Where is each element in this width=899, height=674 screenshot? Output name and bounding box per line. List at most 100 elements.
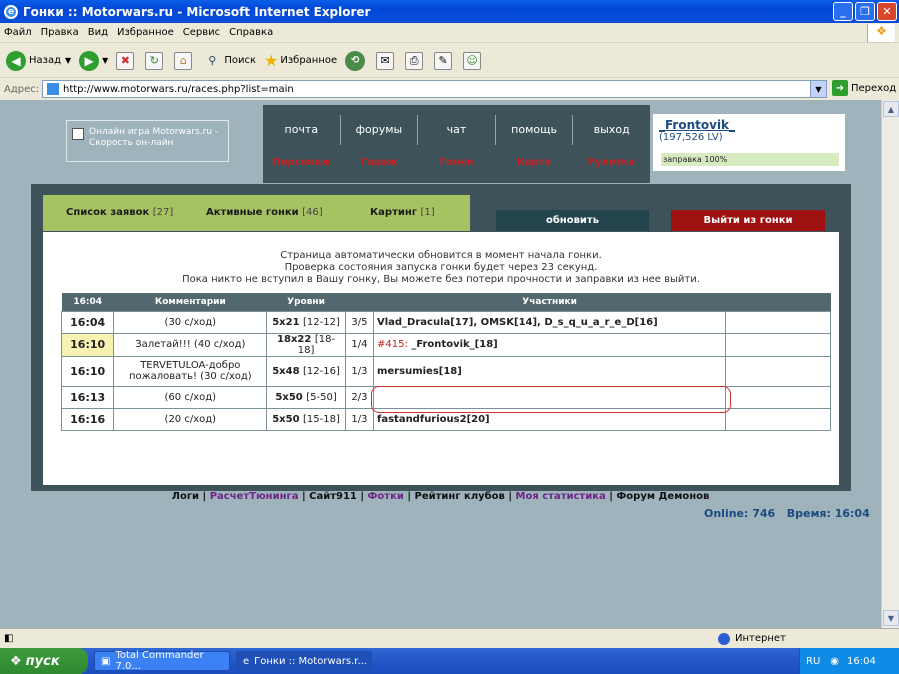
- tab-karting[interactable]: Картинг [1]: [370, 207, 435, 218]
- messenger-button[interactable]: ☺: [463, 51, 484, 70]
- participants[interactable]: Vlad_Dracula[17], OMSK[14], D_s_q_u_a_r_…: [372, 310, 727, 334]
- table-row[interactable]: 16:10 Залетай!!! (40 с/ход) 18x22 [18-18…: [60, 332, 831, 357]
- nav-help[interactable]: помощь: [494, 115, 573, 145]
- mail-icon: ✉: [376, 51, 395, 70]
- vertical-scrollbar[interactable]: ▲ ▼: [881, 100, 899, 628]
- window-title: Гонки :: Motorwars.ru - Microsoft Intern…: [23, 4, 371, 19]
- history-button[interactable]: ⟲: [345, 50, 368, 71]
- home-button[interactable]: ⌂: [174, 51, 195, 70]
- edit-button[interactable]: ✎: [434, 51, 455, 70]
- task-ie-races[interactable]: e Гонки :: Motorwars.r...: [236, 651, 372, 671]
- menu-help[interactable]: Справка: [229, 27, 273, 38]
- exit-race-button[interactable]: Выйти из гонки: [671, 210, 825, 231]
- site-logo[interactable]: Онлайн игра Motorwars.ru - Скорость он-л…: [66, 120, 229, 162]
- menu-edit[interactable]: Правка: [41, 27, 79, 38]
- nav-chat[interactable]: чат: [417, 115, 495, 145]
- tab-active-races[interactable]: Активные гонки [46]: [206, 207, 323, 218]
- race-tabs: Список заявок [27] Активные гонки [46] К…: [43, 195, 470, 231]
- table-row[interactable]: 16:04 (30 с/ход) 5x21 [12-12] 3/5 Vlad_D…: [60, 310, 831, 334]
- language-indicator[interactable]: RU: [806, 656, 820, 667]
- menu-file[interactable]: Файл: [4, 27, 32, 38]
- tab-applications[interactable]: Список заявок [27]: [66, 207, 173, 218]
- windows-flag-icon: ❖: [867, 24, 895, 42]
- ie-logo-icon: e: [4, 4, 18, 19]
- internet-globe-icon: [718, 632, 730, 645]
- race-number: #415:: [376, 339, 408, 350]
- messenger-icon: ☺: [463, 51, 482, 70]
- nav-mail[interactable]: почта: [263, 115, 340, 145]
- nav-races[interactable]: Гонки: [418, 157, 495, 168]
- ie-window: e Гонки :: Motorwars.ru - Microsoft Inte…: [0, 0, 899, 674]
- clock: 16:04: [847, 655, 876, 667]
- zone-label: Интернет: [735, 633, 786, 644]
- favorites-button[interactable]: ★ Избранное: [264, 51, 337, 70]
- user-lv: (197,526 LV): [659, 132, 723, 143]
- races-content: Страница автоматически обновится в момен…: [43, 232, 839, 485]
- task-total-commander[interactable]: ▣ Total Commander 7.0...: [94, 650, 230, 672]
- toolbar: ◀ Назад ▼ ▶ ▼ ✖ ↻ ⌂ ⚲ Поиск ★ Избранное …: [0, 44, 899, 78]
- minimize-button[interactable]: _: [833, 2, 853, 21]
- link-photos[interactable]: Фотки: [368, 491, 404, 502]
- forward-arrow-icon: ▶: [79, 50, 100, 71]
- tray-app-icon[interactable]: ◉: [830, 656, 839, 667]
- update-button[interactable]: обновить: [496, 210, 649, 231]
- menu-favorites[interactable]: Избранное: [117, 27, 174, 38]
- start-button[interactable]: ❖ пуск: [0, 648, 88, 674]
- nav-row-top: почта форумы чат помощь выход: [263, 115, 650, 145]
- nav-forums[interactable]: форумы: [339, 115, 418, 145]
- mail-button[interactable]: ✉: [376, 51, 397, 70]
- nav-garage[interactable]: Гараж: [340, 157, 417, 168]
- page-status-icon: ◧: [4, 633, 14, 644]
- nav-map[interactable]: Карта: [495, 157, 572, 168]
- forward-button[interactable]: ▶ ▼: [79, 50, 108, 71]
- page-icon: [47, 83, 59, 95]
- close-button[interactable]: ✕: [877, 2, 897, 21]
- go-arrow-icon: ➜: [832, 80, 848, 96]
- table-row[interactable]: 16:10 TERVETULOA-добро пожаловать! (30 с…: [60, 355, 831, 387]
- link-my-stats[interactable]: Моя статистика: [516, 491, 606, 502]
- online-status: Online: 746 Время: 16:04: [704, 507, 870, 520]
- link-logs[interactable]: Логи: [172, 491, 199, 502]
- participants[interactable]: mersumies[18]: [372, 355, 727, 387]
- address-input[interactable]: http://www.motorwars.ru/races.php?list=m…: [42, 80, 827, 98]
- menu-tools[interactable]: Сервис: [183, 27, 220, 38]
- link-club-rating[interactable]: Рейтинг клубов: [415, 491, 505, 502]
- print-button[interactable]: ⎙: [405, 51, 426, 70]
- ie-task-icon: e: [243, 655, 250, 667]
- nav-exit[interactable]: выход: [572, 115, 650, 145]
- star-icon: ★: [264, 51, 279, 70]
- stop-button[interactable]: ✖: [116, 51, 137, 70]
- col-slots: [345, 293, 374, 311]
- title-bar: e Гонки :: Motorwars.ru - Microsoft Inte…: [0, 0, 899, 23]
- link-site911[interactable]: Сайт911: [309, 491, 357, 502]
- address-bar: Адрес: http://www.motorwars.ru/races.php…: [0, 79, 899, 99]
- nav-character[interactable]: Персонаж: [263, 157, 340, 168]
- selection-ring: [371, 386, 731, 413]
- back-button[interactable]: ◀ Назад ▼: [6, 50, 72, 71]
- menu-bar: Файл Правка Вид Избранное Сервис Справка: [0, 23, 899, 43]
- address-label: Адрес:: [4, 83, 40, 95]
- link-demons-forum[interactable]: Форум Демонов: [616, 491, 709, 502]
- address-dropdown-icon[interactable]: ▼: [810, 81, 826, 97]
- chevron-down-icon: ▼: [65, 56, 72, 65]
- col-time: 16:04: [61, 293, 114, 311]
- scroll-down-icon[interactable]: ▼: [883, 610, 899, 626]
- search-button[interactable]: ⚲ Поиск: [203, 52, 256, 70]
- participants[interactable]: #415: _Frontovik_[18]: [372, 332, 727, 357]
- tc-icon: ▣: [101, 655, 111, 667]
- status-bar: ◧ Интернет: [0, 628, 899, 648]
- nav-roulette[interactable]: Рулетка: [573, 157, 650, 168]
- col-participants: Участники: [373, 293, 726, 311]
- link-tuning[interactable]: РасчетТюнинга: [210, 491, 299, 502]
- col-levels: Уровни: [266, 293, 346, 311]
- search-icon: ⚲: [208, 54, 217, 67]
- menu-view[interactable]: Вид: [88, 27, 108, 38]
- refresh-button[interactable]: ↻: [145, 51, 166, 70]
- races-panel: Список заявок [27] Активные гонки [46] К…: [31, 184, 851, 491]
- scroll-up-icon[interactable]: ▲: [883, 101, 899, 117]
- maximize-button[interactable]: ❐: [855, 2, 875, 21]
- user-name[interactable]: _Frontovik_: [659, 118, 839, 132]
- nav-row-bottom: Персонаж Гараж Гонки Карта Рулетка: [263, 157, 650, 168]
- refresh-icon: ↻: [145, 51, 164, 70]
- go-button[interactable]: ➜ Переход: [832, 80, 896, 96]
